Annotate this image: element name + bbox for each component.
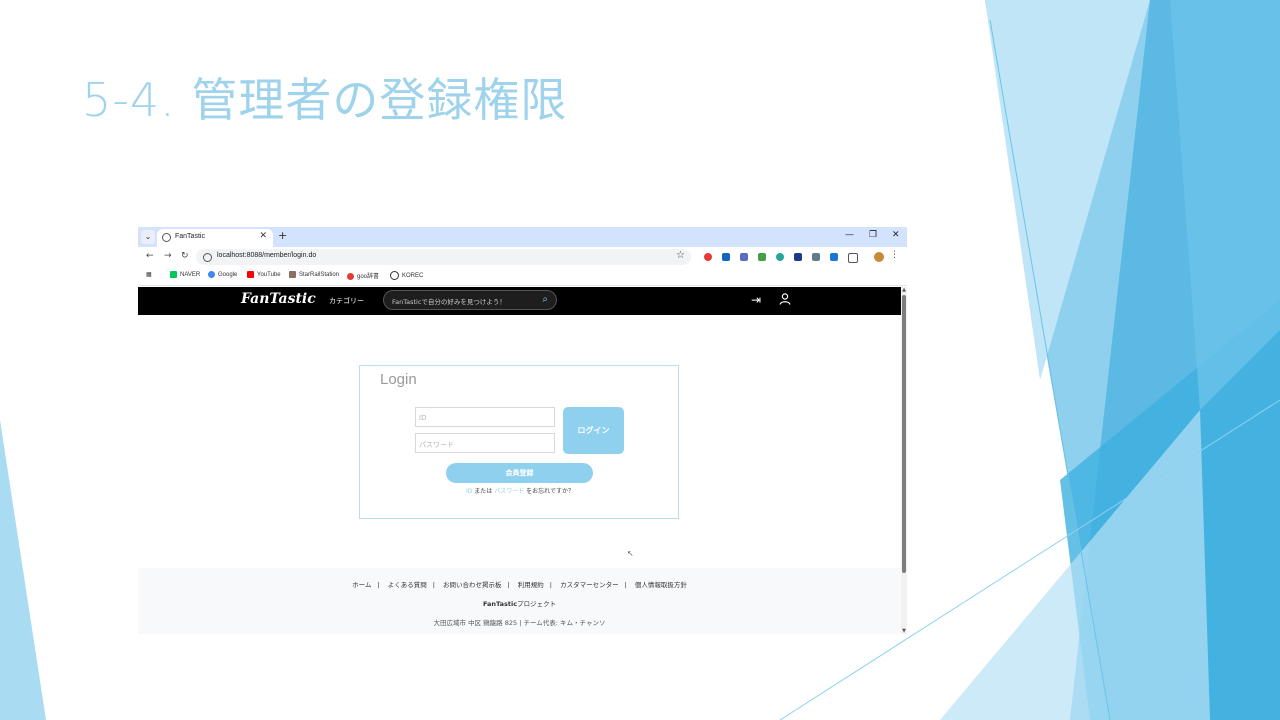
bookmarks-bar: ▦ NAVER Google YouTube StarRailStation g… [138,267,907,286]
tab-close-icon[interactable]: ✕ [259,231,267,241]
back-button[interactable]: ← [146,251,154,261]
scroll-down-arrow-icon[interactable]: ▼ [901,628,907,634]
footer-link-home[interactable]: ホーム [352,581,371,589]
login-icon[interactable]: ⇥ [751,293,761,307]
bookmark-korec[interactable]: KOREC [390,271,423,280]
scroll-thumb[interactable] [902,295,906,573]
new-tab-button[interactable]: + [278,230,287,242]
search-icon[interactable]: ⌕ [542,294,548,305]
forgot-suffix-text: をお忘れですか？ [526,488,574,495]
extension-icon[interactable] [794,253,802,261]
login-panel: Login ID パスワード ログイン 会員登録 ID または パスワード をお… [359,365,679,519]
puzzle-icon[interactable] [848,253,858,263]
footer-links: ホーム | よくある質問 | お問い合わせ掲示板 | 利用規約 | カスタマーセンター |… [352,581,687,589]
site-footer: ホーム | よくある質問 | お問い合わせ掲示板 | 利用規約 | カスタマーセンター |… [138,568,901,634]
slide-title: 5-4. 管理者の登録権限 [82,73,568,127]
web-page: FanTastic カテゴリー FanTasticで自分の好みを見つけよう！ ⌕… [138,287,901,634]
omnibox[interactable]: localhost:8088/member/login.do ☆ [196,249,691,265]
password-field[interactable]: パスワード [415,433,555,453]
footer-link-inquiry[interactable]: お問い合わせ掲示板 [443,581,502,589]
site-info-icon[interactable] [203,253,212,262]
youtube-icon [247,271,254,278]
tab-list-button[interactable]: ⌄ [141,230,155,244]
close-window-button[interactable]: ✕ [892,230,900,240]
footer-address: 大田広域市 中区 鶏龍路 825 | チーム代表: キム・チャンソ [433,619,606,627]
extension-icon[interactable] [722,253,730,261]
login-button[interactable]: ログイン [563,407,624,454]
id-field[interactable]: ID [415,407,555,427]
footer-link-privacy[interactable]: 個人情報取扱方針 [635,581,687,589]
browser-window: ⌄ FanTastic ✕ + — ❐ ✕ ← → ↻ localhost:80… [138,227,907,634]
bookmark-goo[interactable]: goo辞書 [347,271,379,280]
login-title: Login [380,371,417,388]
profile-avatar[interactable] [874,252,884,262]
globe-icon [162,233,171,242]
forgot-credentials: ID または パスワード をお忘れですか？ [360,486,680,495]
url-text[interactable]: localhost:8088/member/login.do [217,252,316,259]
reload-button[interactable]: ↻ [181,251,189,261]
bookmark-naver[interactable]: NAVER [170,271,200,278]
address-bar-row: ← → ↻ localhost:8088/member/login.do ☆ ⋮ [138,247,907,267]
apps-icon[interactable]: ▦ [146,271,152,278]
site-logo[interactable]: FanTastic [241,291,316,307]
tab-fantastic[interactable]: FanTastic ✕ [157,229,273,247]
minimize-button[interactable]: — [845,230,854,240]
korec-icon [390,271,399,280]
starrail-icon [289,271,296,278]
extension-icon[interactable] [704,253,712,261]
user-icon[interactable] [779,293,791,308]
extension-icon[interactable] [740,253,748,261]
forward-button[interactable]: → [164,251,172,261]
category-menu[interactable]: カテゴリー [329,296,364,306]
extension-icon[interactable] [776,253,784,261]
search-input[interactable]: FanTasticで自分の好みを見つけよう！ ⌕ [383,290,557,310]
bookmark-youtube[interactable]: YouTube [247,271,281,278]
naver-icon [170,271,177,278]
scroll-up-arrow-icon[interactable]: ▲ [901,287,907,293]
signup-button[interactable]: 会員登録 [446,463,593,483]
footer-link-support[interactable]: カスタマーセンター [560,581,619,589]
goo-icon [347,272,354,280]
forgot-id-link[interactable]: ID [466,488,472,495]
footer-link-faq[interactable]: よくある質問 [388,581,427,589]
menu-icon[interactable]: ⋮ [890,250,899,260]
google-icon [208,271,215,278]
bookmark-starrailstation[interactable]: StarRailStation [289,271,339,278]
search-placeholder: FanTasticで自分の好みを見つけよう！ [392,298,506,306]
tab-title: FanTastic [175,233,205,240]
extension-icon[interactable] [758,253,766,261]
mouse-cursor-icon: ↖ [627,549,634,558]
forgot-or-text: または [474,488,493,495]
site-header: FanTastic カテゴリー FanTasticで自分の好みを見つけよう！ ⌕… [138,287,901,315]
footer-brand: FanTasticプロジェクト [482,600,557,608]
forgot-password-link[interactable]: パスワード [494,488,524,495]
tab-bar: ⌄ FanTastic ✕ + — ❐ ✕ [138,227,907,247]
extension-icon[interactable] [812,253,820,261]
page-scrollbar[interactable]: ▲ ▼ [901,287,907,634]
restore-button[interactable]: ❐ [869,230,877,240]
bookmark-star-icon[interactable]: ☆ [676,250,685,261]
bookmark-google[interactable]: Google [208,271,237,278]
extension-icon[interactable] [830,253,838,261]
footer-link-terms[interactable]: 利用規約 [518,581,544,589]
